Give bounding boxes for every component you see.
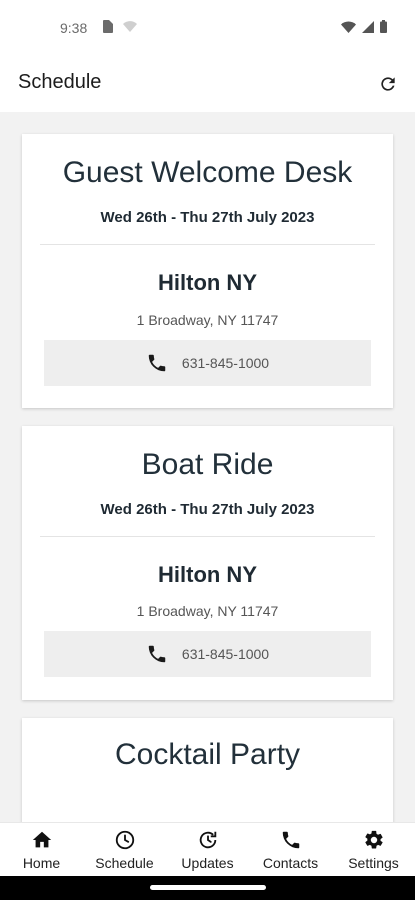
event-title: Guest Welcome Desk	[62, 156, 353, 189]
status-time: 9:38	[60, 20, 88, 36]
nav-label: Updates	[181, 855, 234, 871]
home-gesture-handle[interactable]	[150, 885, 266, 890]
battery-icon	[380, 20, 387, 33]
event-venue: Hilton NY	[158, 562, 257, 587]
nav-label: Schedule	[95, 855, 154, 871]
schedule-list[interactable]: Guest Welcome Desk Wed 26th - Thu 27th J…	[0, 112, 415, 822]
nav-item-contacts[interactable]: Contacts	[249, 823, 332, 877]
nav-label: Home	[22, 855, 61, 871]
wifi-off-icon	[123, 20, 137, 32]
call-venue-button[interactable]: 631-845-1000	[44, 340, 371, 386]
sim-card-icon	[103, 20, 113, 33]
event-card: Cocktail Party	[22, 718, 393, 822]
card-divider	[40, 244, 375, 245]
event-card: Boat Ride Wed 26th - Thu 27th July 2023 …	[22, 426, 393, 700]
home-icon	[32, 831, 51, 848]
gesture-navigation-bar	[0, 876, 415, 900]
page-title: Schedule	[18, 71, 102, 93]
refresh-icon	[381, 77, 395, 91]
nav-label: Settings	[348, 855, 399, 871]
event-venue: Hilton NY	[158, 270, 257, 295]
bottom-navigation: Home Schedule Updates Contacts Settings	[0, 822, 415, 877]
event-dates: Wed 26th - Thu 27th July 2023	[100, 209, 315, 226]
nav-item-schedule[interactable]: Schedule	[83, 823, 166, 877]
event-address: 1 Broadway, NY 11747	[136, 312, 279, 328]
event-phone: 631-845-1000	[181, 646, 270, 662]
nav-item-settings[interactable]: Settings	[332, 823, 415, 877]
phone-icon	[148, 354, 166, 372]
phone-icon	[282, 831, 299, 849]
event-title: Cocktail Party	[114, 738, 301, 771]
clock-icon	[115, 830, 134, 850]
wifi-icon	[341, 21, 356, 33]
nav-label: Contacts	[262, 855, 319, 871]
event-card: Guest Welcome Desk Wed 26th - Thu 27th J…	[22, 134, 393, 408]
refresh-button[interactable]	[373, 69, 403, 99]
signal-icon	[362, 20, 374, 33]
app-bar: Schedule	[0, 56, 415, 112]
status-system-icons	[341, 20, 387, 33]
card-divider	[40, 536, 375, 537]
event-phone: 631-845-1000	[181, 355, 270, 371]
nav-item-updates[interactable]: Updates	[166, 823, 249, 877]
event-title: Boat Ride	[141, 448, 274, 481]
gear-icon	[364, 830, 383, 849]
call-venue-button[interactable]: 631-845-1000	[44, 631, 371, 677]
event-dates: Wed 26th - Thu 27th July 2023	[100, 501, 315, 518]
nav-item-home[interactable]: Home	[0, 823, 83, 877]
phone-icon	[148, 645, 166, 663]
status-bar: 9:38	[0, 0, 415, 56]
event-address: 1 Broadway, NY 11747	[136, 603, 279, 619]
status-notification-icons	[102, 20, 137, 33]
updates-icon	[199, 831, 216, 849]
